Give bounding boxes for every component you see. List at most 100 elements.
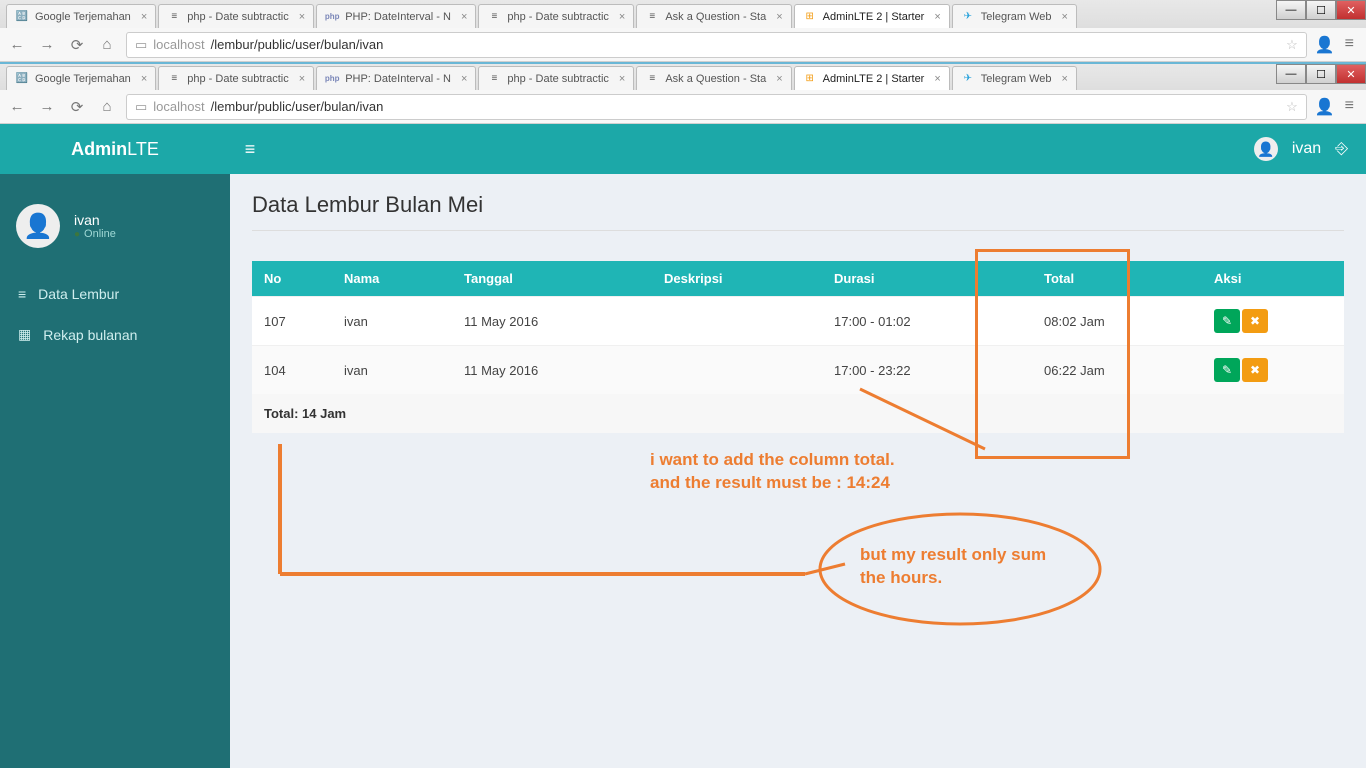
sidebar-toggle-icon[interactable]: ≡ — [230, 139, 270, 160]
browser-tab[interactable]: phpPHP: DateInterval - N× — [316, 66, 476, 90]
menu-icon[interactable]: ≡ — [1345, 97, 1354, 117]
favicon: ≡ — [167, 72, 181, 86]
sidebar-username: ivan — [74, 212, 116, 228]
browser-tab[interactable]: 🔠 Google Terjemahan × — [6, 4, 156, 28]
profile-icon[interactable]: 👤 — [1315, 35, 1335, 55]
calendar-icon: ▦ — [18, 326, 31, 343]
col-durasi: Durasi — [822, 261, 1032, 297]
tab-label: Google Terjemahan — [35, 73, 131, 85]
close-icon[interactable]: × — [461, 11, 467, 23]
browser-tab-active[interactable]: ⊞AdminLTE 2 | Starter× — [794, 4, 950, 28]
sidebar-item-data-lembur[interactable]: ≡ Data Lembur — [0, 274, 230, 314]
back-button[interactable]: ← — [6, 34, 28, 56]
back-button[interactable]: ← — [6, 96, 28, 118]
close-icon[interactable]: × — [619, 11, 625, 23]
cell-deskripsi — [652, 297, 822, 346]
topbar-username[interactable]: ivan — [1292, 140, 1321, 158]
browser-tab[interactable]: ✈Telegram Web× — [952, 66, 1077, 90]
cell-tanggal: 11 May 2016 — [452, 346, 652, 395]
window-close-button[interactable]: ✕ — [1336, 64, 1366, 84]
edit-button[interactable]: ✎ — [1214, 309, 1240, 333]
status-dot-icon: ● — [74, 229, 80, 240]
bookmark-star-icon[interactable]: ☆ — [1286, 99, 1298, 115]
profile-icon[interactable]: 👤 — [1315, 97, 1335, 117]
window-maximize-button[interactable]: ☐ — [1306, 64, 1336, 84]
page-title: Data Lembur Bulan Mei — [252, 192, 1344, 218]
window-close-button[interactable]: ✕ — [1336, 0, 1366, 20]
window-minimize-button[interactable]: — — [1276, 0, 1306, 20]
favicon: php — [325, 10, 339, 24]
tab-label: Ask a Question - Sta — [665, 73, 766, 85]
close-icon[interactable]: × — [1062, 73, 1068, 85]
window-minimize-button[interactable]: — — [1276, 64, 1306, 84]
browser-tab[interactable]: ✈Telegram Web× — [952, 4, 1077, 28]
table-row: 107 ivan 11 May 2016 17:00 - 01:02 08:02… — [252, 297, 1344, 346]
browser-tab-active[interactable]: ⊞ AdminLTE 2 | Starter × — [794, 66, 950, 90]
favicon: ≡ — [645, 10, 659, 24]
home-button[interactable]: ⌂ — [96, 34, 118, 56]
close-icon[interactable]: × — [461, 73, 467, 85]
close-icon[interactable]: × — [934, 73, 940, 85]
signout-icon[interactable]: ⎆ — [1335, 140, 1348, 158]
bookmark-star-icon[interactable]: ☆ — [1286, 37, 1298, 53]
brand[interactable]: AdminLTE — [0, 139, 230, 160]
url-host: localhost — [153, 99, 204, 114]
close-icon[interactable]: × — [776, 73, 782, 85]
favicon: ✈ — [961, 72, 975, 86]
browser-tab[interactable]: phpPHP: DateInterval - N× — [316, 4, 476, 28]
annotation-text-result: but my result only sum the hours. — [860, 544, 1046, 590]
sidebar-item-rekap-bulanan[interactable]: ▦ Rekap bulanan — [0, 314, 230, 355]
favicon: ≡ — [645, 72, 659, 86]
reload-button[interactable]: ⟳ — [66, 96, 88, 118]
favicon: ≡ — [487, 72, 501, 86]
close-icon[interactable]: × — [299, 11, 305, 23]
close-icon[interactable]: × — [776, 11, 782, 23]
browser-tab[interactable]: 🔠Google Terjemahan× — [6, 66, 156, 90]
cell-aksi: ✎✖ — [1202, 346, 1344, 395]
delete-button[interactable]: ✖ — [1242, 358, 1268, 382]
cell-no: 104 — [252, 346, 332, 395]
col-tanggal: Tanggal — [452, 261, 652, 297]
reload-button[interactable]: ⟳ — [66, 34, 88, 56]
menu-icon[interactable]: ≡ — [1345, 35, 1354, 55]
close-icon[interactable]: × — [141, 11, 147, 23]
close-icon[interactable]: × — [619, 73, 625, 85]
browser-tab[interactable]: ≡Ask a Question - Sta× — [636, 4, 791, 28]
delete-button[interactable]: ✖ — [1242, 309, 1268, 333]
close-icon[interactable]: × — [141, 73, 147, 85]
forward-button[interactable]: → — [36, 34, 58, 56]
window-maximize-button[interactable]: ☐ — [1306, 0, 1336, 20]
page-icon: ▭ — [135, 99, 147, 115]
close-icon[interactable]: × — [299, 73, 305, 85]
list-icon: ≡ — [18, 286, 26, 302]
browser-tab[interactable]: ≡php - Date subtractic× — [158, 66, 314, 90]
browser-tab[interactable]: ≡php - Date subtractic× — [158, 4, 314, 28]
browser-tab[interactable]: ≡php - Date subtractic× — [478, 4, 634, 28]
url-path: /lembur/public/user/bulan/ivan — [211, 37, 384, 52]
browser-tab[interactable]: ≡php - Date subtractic× — [478, 66, 634, 90]
data-table: No Nama Tanggal Deskripsi Durasi Total A… — [252, 261, 1344, 433]
annotation-text-want: i want to add the column total. and the … — [650, 449, 895, 495]
close-icon[interactable]: × — [1062, 11, 1068, 23]
tab-label: AdminLTE 2 | Starter — [823, 73, 925, 85]
table-row: 104 ivan 11 May 2016 17:00 - 23:22 06:22… — [252, 346, 1344, 395]
col-aksi: Aksi — [1202, 261, 1344, 297]
browser-tab[interactable]: ≡ Ask a Question - Sta × — [636, 66, 791, 90]
divider — [252, 230, 1344, 231]
edit-button[interactable]: ✎ — [1214, 358, 1240, 382]
browser-tabs-row-outer: 🔠 Google Terjemahan × ≡php - Date subtract… — [0, 0, 1366, 28]
forward-button[interactable]: → — [36, 96, 58, 118]
close-icon[interactable]: × — [934, 11, 940, 23]
sidebar-item-label: Data Lembur — [38, 286, 119, 302]
sidebar-status: ●Online — [74, 228, 116, 240]
avatar[interactable]: 👤 — [1254, 137, 1278, 161]
favicon: ⊞ — [803, 72, 817, 86]
home-button[interactable]: ⌂ — [96, 96, 118, 118]
cell-tanggal: 11 May 2016 — [452, 297, 652, 346]
tab-label: Google Terjemahan — [35, 11, 131, 23]
favicon: 🔠 — [15, 10, 29, 24]
user-panel: 👤 ivan ●Online — [0, 194, 230, 274]
address-bar[interactable]: ▭ localhost/lembur/public/user/bulan/iva… — [126, 94, 1307, 120]
cell-nama: ivan — [332, 346, 452, 395]
address-bar[interactable]: ▭ localhost/lembur/public/user/bulan/iva… — [126, 32, 1307, 58]
